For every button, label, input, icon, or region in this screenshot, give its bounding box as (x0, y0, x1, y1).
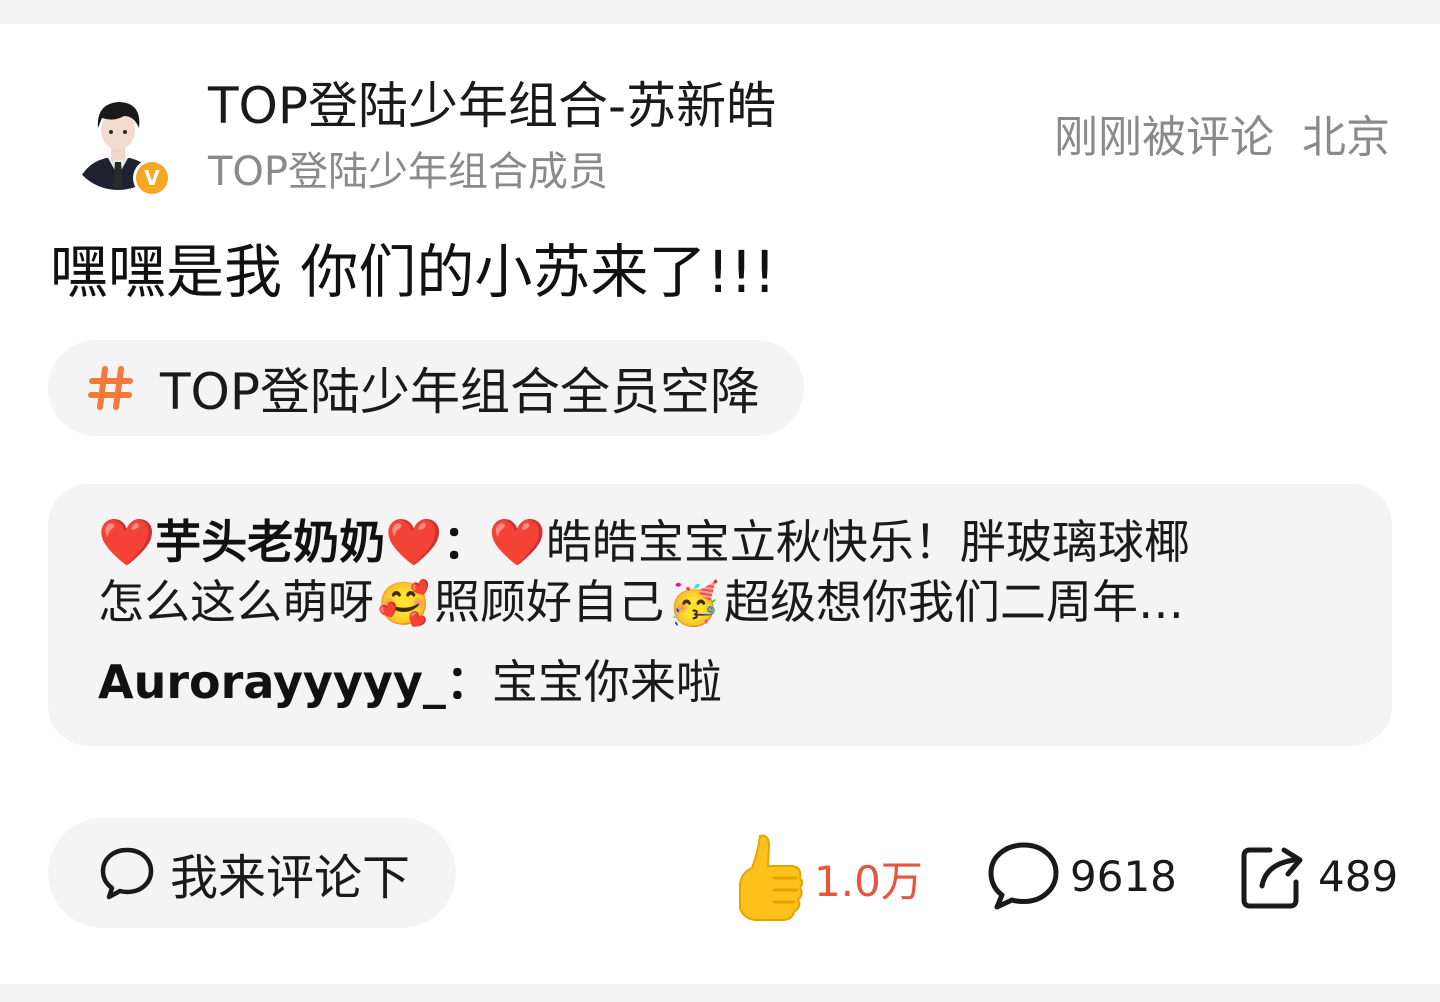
comment-count: 9618 (1070, 851, 1177, 901)
comment-input-button[interactable]: 我来评论下 (48, 818, 456, 928)
comment-item-continued: 怎么这么萌呀🥰照顾好自己🥳超级想你我们二周年… (98, 572, 1342, 634)
hash-icon (88, 366, 133, 410)
comment-text: ❤️皓皓宝宝立秋快乐！胖玻璃球椰 (488, 515, 1190, 569)
like-count: 1.0万 (814, 856, 923, 906)
repost-count: 489 (1318, 851, 1399, 901)
speech-bubble-icon (100, 847, 154, 900)
comments-preview[interactable]: ❤️芋头老奶奶❤️：❤️皓皓宝宝立秋快乐！胖玻璃球椰 怎么这么萌呀🥰照顾好自己🥳… (48, 484, 1392, 746)
comment-text: 宝宝你来啦 (491, 655, 722, 709)
comment-separator: ： (442, 515, 489, 569)
author-name[interactable]: TOP登陆少年组合-苏新皓 (208, 76, 776, 136)
repost-button[interactable]: 489 (1236, 836, 1398, 916)
author-description: TOP登陆少年组合成员 (208, 149, 609, 195)
post-time: 刚刚被评论 (1054, 112, 1274, 163)
topic-chip[interactable]: TOP登陆少年组合全员空降 (48, 340, 805, 436)
comment-text: 怎么这么萌呀 (98, 575, 374, 629)
speech-bubble-icon (988, 842, 1059, 910)
share-icon (1241, 847, 1303, 909)
comment-text: 超级想你我们二周年… (724, 575, 1184, 629)
comment-text: 照顾好自己 (434, 575, 664, 629)
comment-separator: ： (445, 655, 492, 709)
smiling-hearts-emoji-icon: 🥰 (377, 579, 431, 628)
comment-item: Aurorayyyyy_：宝宝你来啦 (98, 652, 1342, 712)
author-avatar[interactable]: V (68, 78, 176, 202)
comment-button[interactable]: 9618 (984, 836, 1177, 916)
comment-input-placeholder: 我来评论下 (170, 850, 411, 906)
like-button[interactable]: 1.0万 (734, 830, 923, 926)
topic-label: TOP登陆少年组合全员空降 (160, 363, 761, 421)
comment-user[interactable]: ❤️芋头老奶奶❤️ (98, 515, 443, 569)
party-face-emoji-icon: 🥳 (667, 579, 721, 628)
post-location: 北京 (1302, 112, 1390, 163)
thumbs-up-icon (739, 834, 803, 921)
svg-text:V: V (144, 166, 160, 190)
verified-badge-icon: V (133, 159, 171, 197)
comment-item: ❤️芋头老奶奶❤️：❤️皓皓宝宝立秋快乐！胖玻璃球椰 (98, 512, 1342, 572)
post-text: 嘿嘿是我 你们的小苏来了!!! (50, 238, 777, 306)
comment-user[interactable]: Aurorayyyyy_ (98, 655, 446, 709)
post-meta: 刚刚被评论 北京 (1054, 110, 1390, 166)
